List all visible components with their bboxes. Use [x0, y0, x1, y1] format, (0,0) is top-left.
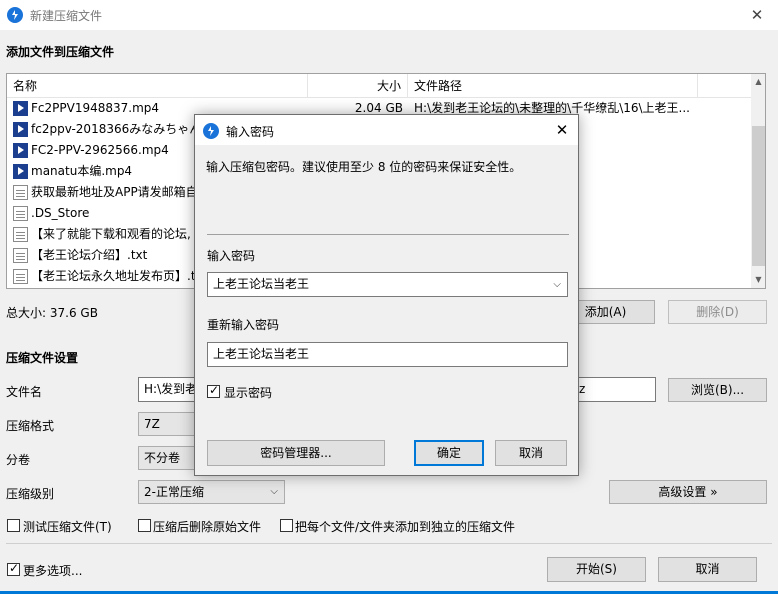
password-input[interactable]: 上老王论坛当老王 ⌵ [207, 272, 568, 297]
delete-originals-label: 压缩后删除原始文件 [153, 520, 262, 534]
dialog-title: 输入密码 [226, 125, 275, 139]
level-select[interactable]: 2-正常压缩 ⌵ [138, 480, 285, 504]
video-file-icon [13, 143, 28, 158]
file-list-scrollbar[interactable]: ▲ ▼ [751, 74, 765, 288]
filename-value: H:\发到老 [144, 382, 198, 396]
chevron-down-icon: ⌵ [270, 486, 278, 497]
app-logo-icon [203, 123, 219, 139]
separate-archives-checkbox[interactable] [280, 519, 293, 532]
chevron-down-icon[interactable]: ⌵ [553, 273, 561, 296]
app-logo-icon [7, 7, 23, 23]
delete-originals-checkbox[interactable] [138, 519, 151, 532]
split-value: 不分卷 [144, 451, 181, 465]
column-header-path[interactable]: 文件路径 [408, 74, 698, 98]
delete-files-button[interactable]: 删除(D) [668, 300, 767, 324]
column-header-spacer [698, 74, 751, 98]
window-title: 新建压缩文件 [30, 9, 103, 23]
window-close-button[interactable]: ✕ [742, 3, 772, 27]
text-file-icon [13, 248, 28, 263]
level-value: 2-正常压缩 [144, 485, 204, 499]
separate-archives-label: 把每个文件/文件夹添加到独立的压缩文件 [295, 520, 516, 534]
dialog-ok-button[interactable]: 确定 [414, 440, 484, 466]
show-password-checkbox[interactable] [207, 383, 220, 398]
filename-suffix: z [579, 382, 586, 396]
main-cancel-button[interactable]: 取消 [658, 557, 757, 582]
format-label: 压缩格式 [6, 419, 55, 433]
files-section-title: 添加文件到压缩文件 [6, 45, 115, 59]
start-button[interactable]: 开始(S) [547, 557, 646, 582]
footer-divider [6, 543, 772, 544]
total-size-text: 总大小: 37.6 GB [6, 306, 98, 320]
dialog-close-button[interactable]: ✕ [549, 118, 575, 142]
password-manager-button[interactable]: 密码管理器... [207, 440, 385, 466]
format-value: 7Z [144, 417, 160, 431]
file-list-header: 名称 大小 文件路径 [7, 74, 751, 98]
generic-file-icon [13, 206, 28, 221]
more-options-checkbox[interactable] [7, 561, 20, 576]
video-file-icon [13, 122, 28, 137]
video-file-icon [13, 164, 28, 179]
test-archive-label: 测试压缩文件(T) [23, 520, 112, 534]
dialog-divider [207, 234, 569, 235]
confirm-password-input[interactable]: 上老王论坛当老王 [207, 342, 568, 367]
show-password-label: 显示密码 [224, 386, 273, 400]
more-options-label: 更多选项... [23, 564, 83, 578]
settings-section-title: 压缩文件设置 [6, 351, 79, 365]
password-value: 上老王论坛当老王 [213, 277, 310, 291]
window-titlebar: 新建压缩文件 ✕ [0, 0, 778, 30]
split-label: 分卷 [6, 453, 31, 467]
scroll-up-arrow-icon[interactable]: ▲ [751, 74, 765, 90]
advanced-settings-button[interactable]: 高级设置 » [609, 480, 767, 504]
scrollbar-thumb[interactable] [752, 126, 765, 266]
password-label: 输入密码 [207, 249, 256, 263]
video-file-icon [13, 101, 28, 116]
level-label: 压缩级别 [6, 487, 55, 501]
column-header-name[interactable]: 名称 [7, 74, 308, 98]
filename-label: 文件名 [6, 385, 43, 399]
dialog-cancel-button[interactable]: 取消 [495, 440, 567, 466]
confirm-password-label: 重新输入密码 [207, 318, 280, 332]
browse-button[interactable]: 浏览(B)... [668, 378, 767, 402]
text-file-icon [13, 227, 28, 242]
confirm-password-value: 上老王论坛当老王 [213, 347, 310, 361]
dialog-hint-text: 输入压缩包密码。建议使用至少 8 位的密码来保证安全性。 [206, 160, 522, 174]
password-dialog: 输入密码 ✕ 输入压缩包密码。建议使用至少 8 位的密码来保证安全性。 输入密码… [194, 114, 579, 476]
text-file-icon [13, 185, 28, 200]
text-file-icon [13, 269, 28, 284]
column-header-size[interactable]: 大小 [308, 74, 408, 98]
dialog-titlebar: 输入密码 ✕ [195, 115, 578, 145]
test-archive-checkbox[interactable] [7, 519, 20, 532]
scroll-down-arrow-icon[interactable]: ▼ [751, 272, 765, 288]
